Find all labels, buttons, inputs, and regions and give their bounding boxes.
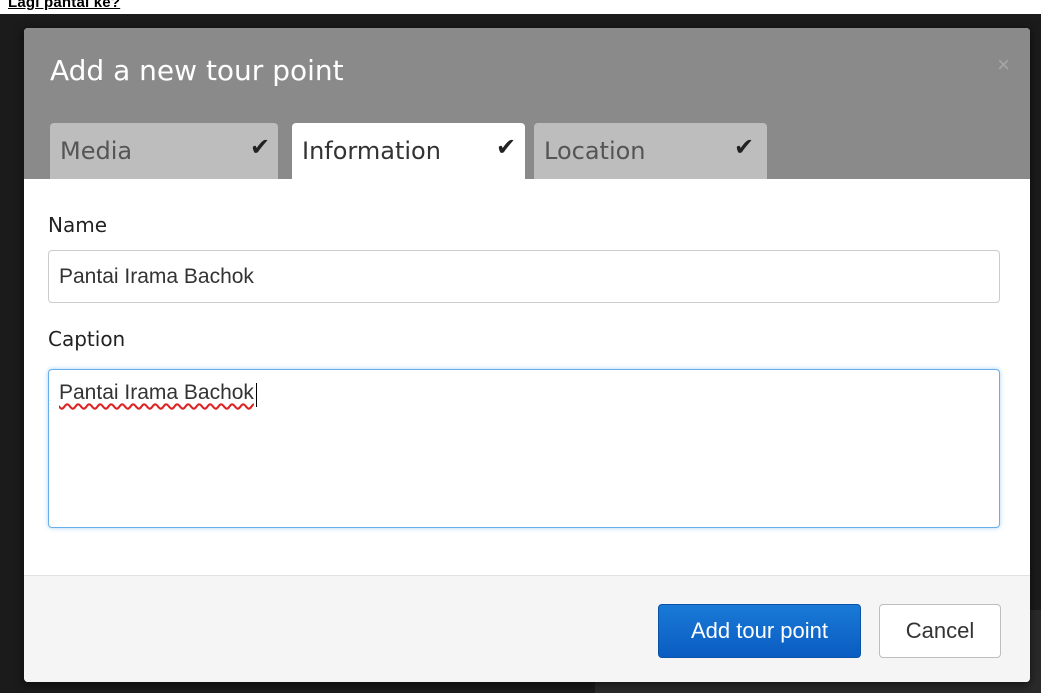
tab-location-label: Location bbox=[544, 137, 646, 165]
add-tour-point-button[interactable]: Add tour point bbox=[658, 604, 861, 658]
add-tour-point-dialog: Add a new tour point × Media ✔ Informati… bbox=[24, 28, 1030, 682]
tab-location[interactable]: Location ✔ bbox=[534, 123, 767, 179]
tab-information-label: Information bbox=[302, 137, 441, 165]
checkmark-icon: ✔ bbox=[734, 134, 755, 161]
name-label: Name bbox=[48, 213, 108, 237]
tab-media[interactable]: Media ✔ bbox=[50, 123, 278, 179]
checkmark-icon: ✔ bbox=[496, 134, 517, 161]
dialog-header: Add a new tour point × Media ✔ Informati… bbox=[24, 28, 1030, 179]
text-caret bbox=[256, 383, 257, 407]
caption-text: Pantai Irama Bachok bbox=[59, 381, 254, 404]
tab-media-label: Media bbox=[60, 137, 133, 165]
close-icon[interactable]: × bbox=[997, 54, 1010, 76]
cancel-button[interactable]: Cancel bbox=[879, 604, 1001, 658]
background-page-strip: Lagi pantai ke? bbox=[0, 0, 1041, 14]
dialog-footer: Add tour point Cancel bbox=[24, 575, 1030, 682]
background-page-link[interactable]: Lagi pantai ke? bbox=[8, 0, 120, 11]
name-input[interactable] bbox=[48, 250, 1000, 303]
caption-textarea[interactable]: Pantai Irama Bachok bbox=[48, 369, 1000, 528]
dialog-title: Add a new tour point bbox=[50, 54, 344, 87]
dialog-body: Name Caption Pantai Irama Bachok bbox=[24, 179, 1030, 575]
checkmark-icon: ✔ bbox=[250, 134, 271, 161]
tab-information[interactable]: Information ✔ bbox=[292, 123, 525, 179]
caption-label: Caption bbox=[48, 327, 126, 351]
